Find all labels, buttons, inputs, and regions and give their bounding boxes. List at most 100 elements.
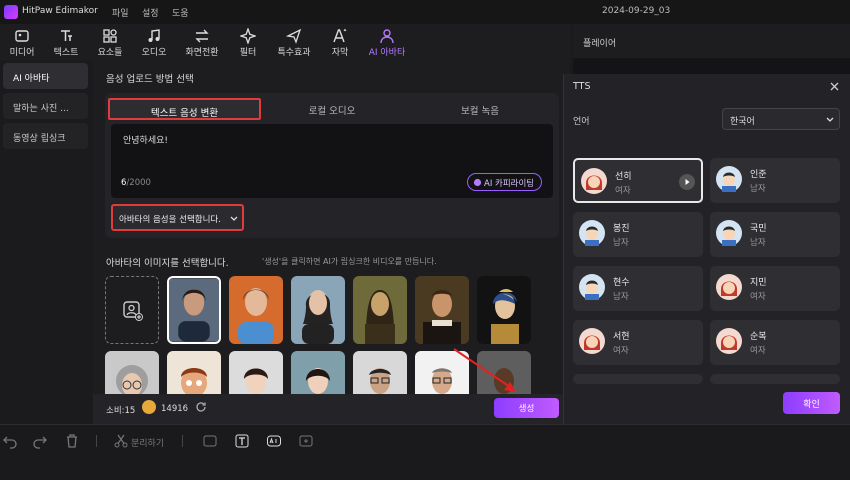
tab-text-to-speech[interactable]: 텍스트 음성 변환 xyxy=(108,98,261,120)
menu-file[interactable]: 파일 xyxy=(112,6,129,19)
tool-text[interactable]: 텍스트 xyxy=(44,26,88,60)
tool-transition[interactable]: 화면전환 xyxy=(180,26,224,60)
voice-gender: 남자 xyxy=(750,238,766,248)
tool-audio[interactable]: 오디오 xyxy=(132,26,176,60)
male-avatar-icon xyxy=(579,274,605,300)
project-title: 2024-09-29_03 xyxy=(602,6,671,16)
timeline-toolbar: 분리하기 xyxy=(0,424,850,480)
avatar-thumb-6[interactable] xyxy=(477,276,531,344)
tab-vocal-record[interactable]: 보컬 녹음 xyxy=(405,98,555,120)
app-logo xyxy=(4,5,18,19)
tts-title: TTS xyxy=(573,81,591,92)
effects-icon xyxy=(286,28,302,44)
avatar-thumb-3[interactable] xyxy=(291,276,345,344)
tool-ai-avatar[interactable]: AI 아바타 xyxy=(362,26,412,60)
tool-ai-avatar-label: AI 아바타 xyxy=(368,48,406,58)
tool-filter[interactable]: 필터 xyxy=(226,26,270,60)
play-icon[interactable] xyxy=(679,174,695,190)
caption-icon xyxy=(333,28,347,43)
voice-card-3[interactable]: 봉진 남자 xyxy=(573,212,703,257)
top-toolbar: 미디어 텍스트 요소들 오디오 화면전환 필터 특수효과 자막 AI 아바타 xyxy=(0,24,570,60)
voice-gender: 여자 xyxy=(750,346,766,356)
undo-icon[interactable] xyxy=(2,433,18,449)
consume-label: 소비:15 xyxy=(106,406,136,416)
tool-audio-label: 오디오 xyxy=(141,48,167,58)
refresh-icon[interactable] xyxy=(195,401,207,413)
nav-ai-avatar[interactable]: AI 아바타 xyxy=(3,63,88,89)
voice-select-label: 아바타의 음성을 선택합니다. xyxy=(119,215,221,225)
split-label[interactable]: 분리하기 xyxy=(131,436,164,449)
avatar-thumb-4[interactable] xyxy=(353,276,407,344)
divider xyxy=(96,435,97,447)
tool-text-label: 텍스트 xyxy=(53,48,79,58)
ai-copywriting-button[interactable]: AI 카피라이팅 xyxy=(467,173,542,191)
voice-select-dropdown[interactable]: 아바타의 음성을 선택합니다. xyxy=(111,204,244,231)
tool-media[interactable]: 미디어 xyxy=(0,26,44,60)
divider xyxy=(182,435,183,447)
voice-gender: 남자 xyxy=(750,184,766,194)
avatar-thumb-5[interactable] xyxy=(415,276,469,344)
voice-name: 국민 xyxy=(750,224,767,234)
voice-name: 선히 xyxy=(615,172,632,182)
female-avatar-icon xyxy=(716,274,742,300)
crop-icon[interactable] xyxy=(202,433,218,449)
left-nav: AI 아바타 말하는 사진 ... 동영상 립싱크 xyxy=(0,60,93,424)
voice-card-4[interactable]: 국민 남자 xyxy=(710,212,840,257)
image-select-title: 아바타의 이미지를 선택합니다. xyxy=(106,258,229,269)
char-max: /2000 xyxy=(126,178,151,188)
avatar-thumb-1[interactable] xyxy=(167,276,221,344)
voice-card-1[interactable]: 선히 여자 xyxy=(573,158,703,203)
nav-talking-photo[interactable]: 말하는 사진 ... xyxy=(3,93,88,119)
voice-name: 지민 xyxy=(750,278,767,288)
voice-card-6[interactable]: 지민 여자 xyxy=(710,266,840,311)
tool-caption[interactable]: 자막 xyxy=(318,26,362,60)
voice-gender: 여자 xyxy=(613,346,629,356)
voice-card-partial xyxy=(710,374,840,384)
upload-method-title: 음성 업로드 방법 선택 xyxy=(106,74,194,85)
language-label: 언어 xyxy=(573,117,590,127)
upload-image-button[interactable] xyxy=(105,276,159,344)
male-avatar-icon xyxy=(716,220,742,246)
sparkle-icon xyxy=(473,178,482,187)
ai-icon[interactable] xyxy=(266,433,282,449)
voice-card-partial xyxy=(573,374,703,384)
voice-card-5[interactable]: 현수 남자 xyxy=(573,266,703,311)
audio-icon xyxy=(148,29,160,42)
delete-icon[interactable] xyxy=(64,433,80,449)
tool-caption-label: 자막 xyxy=(331,48,349,58)
voice-gender: 여자 xyxy=(615,186,631,196)
generate-button[interactable]: 생성 xyxy=(494,398,559,418)
tool-media-label: 미디어 xyxy=(9,48,35,58)
male-avatar-icon xyxy=(716,166,742,192)
tool-effects[interactable]: 특수효과 xyxy=(272,26,316,60)
tool-elements[interactable]: 요소들 xyxy=(88,26,132,60)
voice-name: 봉진 xyxy=(613,224,630,234)
menu-help[interactable]: 도움 xyxy=(172,6,189,19)
title-bar: HitPaw Edimakor 파일 설정 도움 2024-09-29_03 xyxy=(0,0,850,24)
transition-icon xyxy=(195,29,209,43)
tts-text-value: 안녕하세요! xyxy=(123,136,169,146)
text-box-icon[interactable] xyxy=(234,433,250,449)
voice-card-2[interactable]: 인준 남자 xyxy=(710,158,840,203)
chevron-down-icon xyxy=(230,216,238,221)
tab-local-audio[interactable]: 로컬 오디오 xyxy=(262,98,402,120)
language-select[interactable]: 한국어 xyxy=(722,108,840,130)
female-avatar-icon xyxy=(716,328,742,354)
add-media-icon[interactable] xyxy=(298,433,314,449)
voice-card-8[interactable]: 순복 여자 xyxy=(710,320,840,365)
menu-settings[interactable]: 설정 xyxy=(142,6,159,19)
elements-icon xyxy=(103,29,117,43)
scissors-icon[interactable] xyxy=(113,433,129,449)
media-icon xyxy=(15,30,29,42)
avatar-thumb-2[interactable] xyxy=(229,276,283,344)
nav-video-lipsync[interactable]: 동영상 립싱크 xyxy=(3,123,88,149)
voice-gender: 남자 xyxy=(613,238,629,248)
confirm-button[interactable]: 확인 xyxy=(783,392,840,414)
close-icon[interactable] xyxy=(830,82,839,91)
player-title: 플레이어 xyxy=(573,24,850,58)
redo-icon[interactable] xyxy=(32,433,48,449)
voice-card-7[interactable]: 서현 여자 xyxy=(573,320,703,365)
ai-avatar-icon xyxy=(380,29,394,44)
voice-name: 순복 xyxy=(750,332,767,342)
add-person-icon xyxy=(123,301,143,321)
